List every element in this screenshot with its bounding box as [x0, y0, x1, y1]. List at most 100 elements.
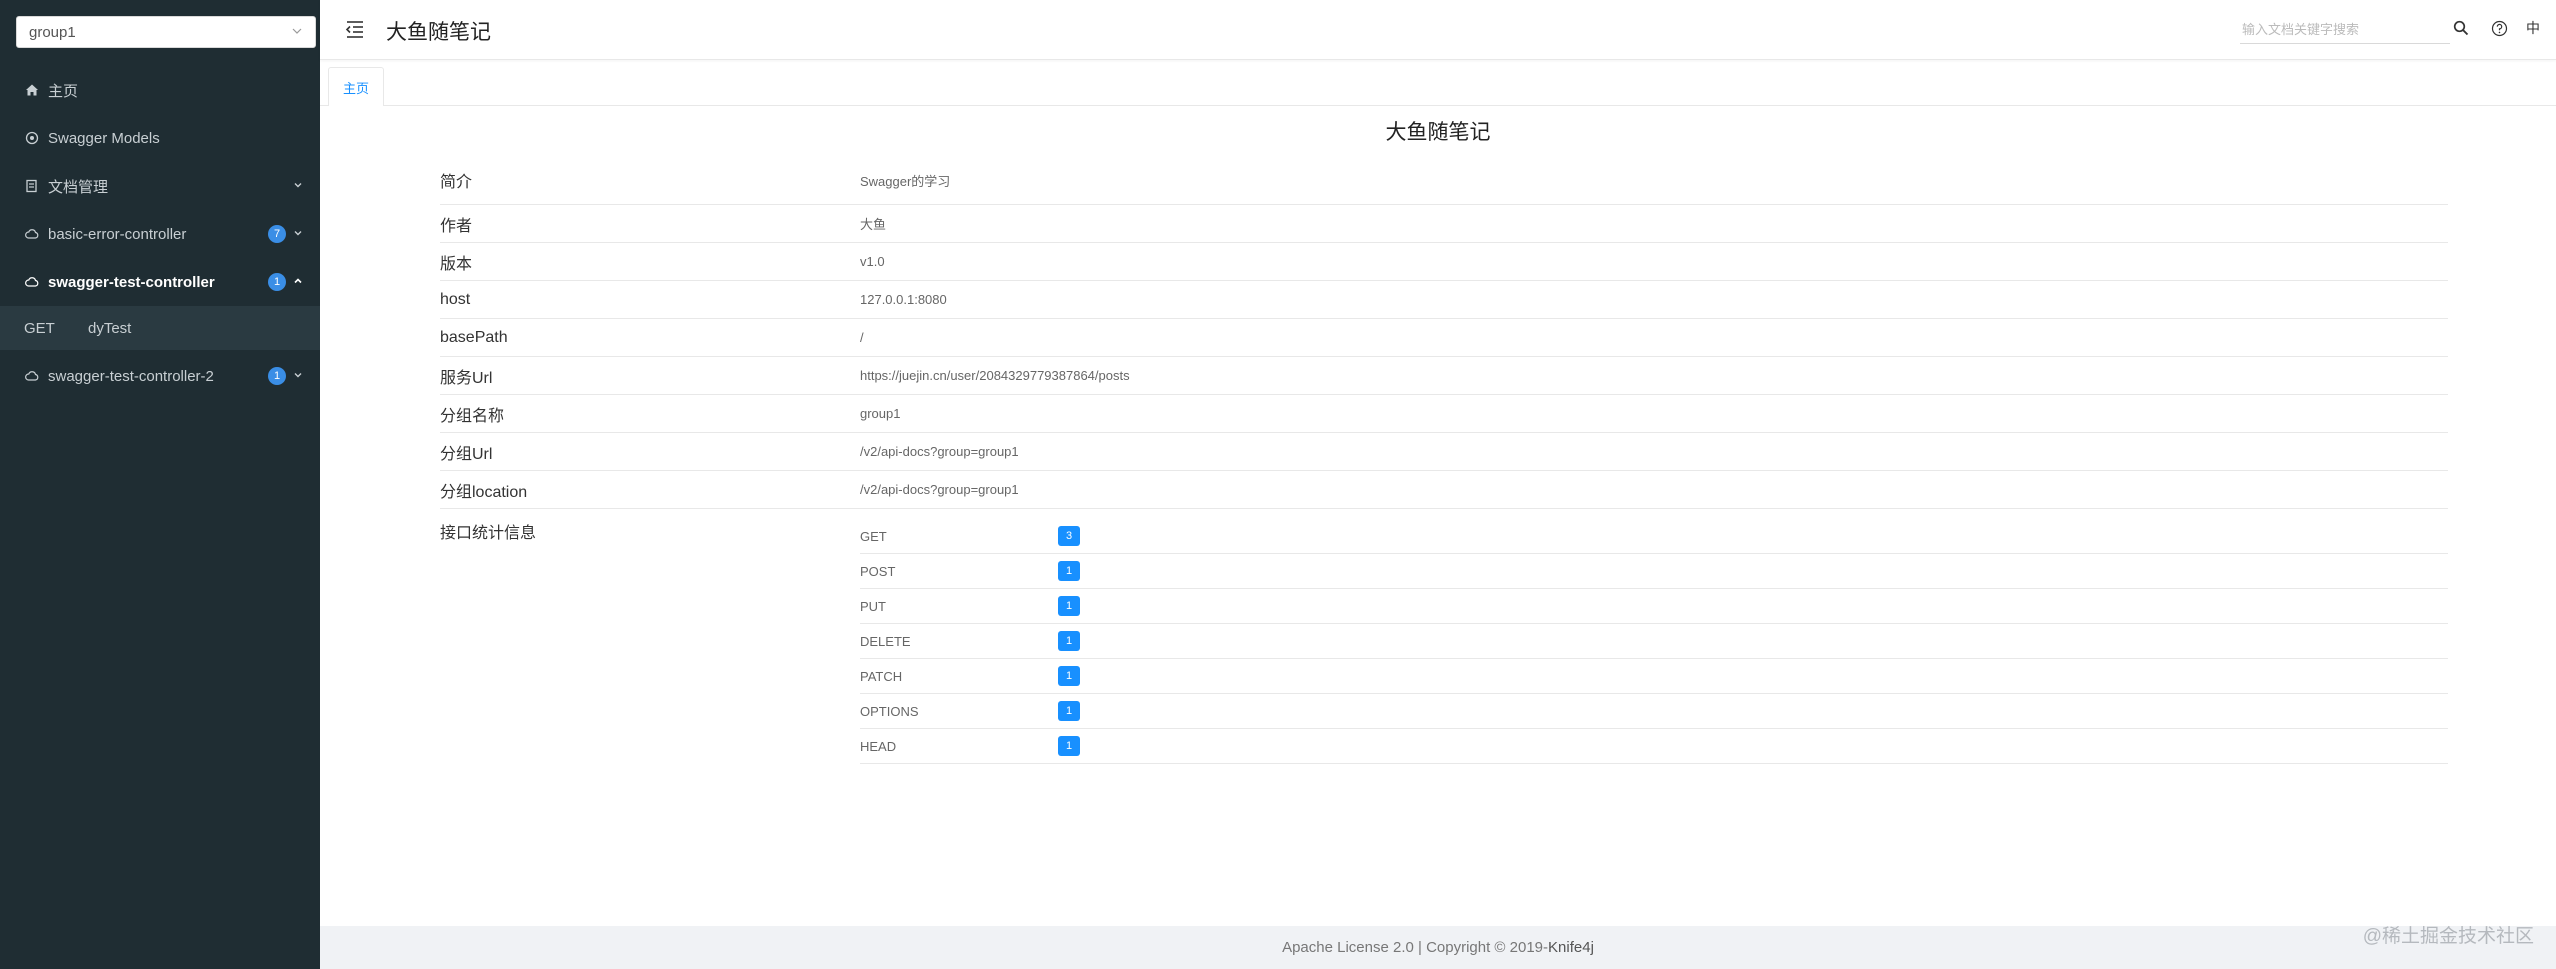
count-badge: 7: [268, 225, 286, 243]
footer: Apache License 2.0 | Copyright © 2019- K…: [320, 926, 2556, 969]
cloud-icon: [24, 274, 40, 290]
info-row: 分组名称 group1: [440, 395, 2448, 433]
info-value: v1.0: [860, 254, 885, 269]
stat-method: POST: [860, 563, 896, 579]
top-header: 大鱼随笔记 中: [320, 0, 2556, 60]
info-row: host 127.0.0.1:8080: [440, 281, 2448, 319]
home-icon: [24, 82, 40, 98]
stat-method: PUT: [860, 598, 886, 614]
stat-row: GET 3: [860, 519, 2448, 554]
stat-method: GET: [860, 528, 887, 544]
stat-count-badge: 1: [1058, 666, 1080, 686]
main-content: 大鱼随笔记 简介 Swagger的学习 作者 大鱼 版本 v1.0 host 1…: [320, 106, 2556, 926]
group-select[interactable]: group1: [16, 16, 316, 48]
sidebar-menu: 主页 Swagger Models 文档管理 basic-error-contr…: [0, 66, 320, 400]
info-row: basePath /: [440, 319, 2448, 357]
info-row: 版本 v1.0: [440, 243, 2448, 281]
stat-method: HEAD: [860, 738, 897, 754]
chevron-down-icon: [289, 23, 305, 39]
info-value: group1: [860, 406, 901, 421]
info-key: host: [440, 290, 471, 308]
sidebar-item-swagger-models[interactable]: Swagger Models: [0, 114, 320, 162]
sidebar: group1 主页 Swagger Models 文档管理 basic-erro…: [0, 0, 320, 969]
stat-row: HEAD 1: [860, 729, 2448, 764]
stat-method: PATCH: [860, 668, 903, 684]
stat-method: OPTIONS: [860, 703, 919, 719]
stat-count-badge: 3: [1058, 526, 1080, 546]
tab-home[interactable]: 主页: [328, 67, 384, 107]
footer-brand: Knife4j: [1548, 939, 1594, 956]
sidebar-item-label: Swagger Models: [48, 129, 160, 147]
info-key: 分组location: [440, 483, 528, 501]
sidebar-item-basic-error-controller[interactable]: basic-error-controller 7: [0, 210, 320, 258]
sidebar-subitem-dytest[interactable]: GET dyTest: [0, 306, 320, 350]
sidebar-item-label: swagger-test-controller: [48, 273, 215, 291]
stat-count-badge: 1: [1058, 561, 1080, 581]
language-toggle[interactable]: 中: [2526, 18, 2540, 38]
group-select-value: group1: [29, 23, 76, 41]
stat-count-badge: 1: [1058, 736, 1080, 756]
stat-row: DELETE 1: [860, 624, 2448, 659]
stat-count-badge: 1: [1058, 631, 1080, 651]
sidebar-item-label: swagger-test-controller-2: [48, 367, 214, 385]
models-icon: [24, 130, 40, 146]
info-row: 分组location /v2/api-docs?group=group1: [440, 471, 2448, 509]
stat-row: PUT 1: [860, 589, 2448, 624]
stat-count-badge: 1: [1058, 596, 1080, 616]
stat-row: OPTIONS 1: [860, 694, 2448, 729]
count-badge: 1: [268, 367, 286, 385]
info-value: /: [860, 330, 864, 345]
count-badge: 1: [268, 273, 286, 291]
info-key: 作者: [440, 217, 473, 235]
stat-row: POST 1: [860, 554, 2448, 589]
info-value: https://juejin.cn/user/2084329779387864/…: [860, 368, 1130, 383]
info-row: 作者 大鱼: [440, 205, 2448, 243]
stats-row: 接口统计信息 GET 3 POST 1 PUT 1 DELETE 1 PATCH…: [440, 509, 2448, 764]
sidebar-item-label: basic-error-controller: [48, 225, 187, 243]
info-value: Swagger的学习: [860, 173, 951, 189]
stat-count-badge: 1: [1058, 701, 1080, 721]
method-label: GET: [24, 319, 55, 337]
info-value: /v2/api-docs?group=group1: [860, 444, 1019, 459]
info-row: 分组Url /v2/api-docs?group=group1: [440, 433, 2448, 471]
sidebar-item-label: 主页: [48, 82, 79, 100]
chevron-down-icon: [292, 178, 304, 195]
sidebar-subitem-label: dyTest: [88, 319, 132, 337]
chevron-down-icon: [292, 368, 304, 385]
help-icon[interactable]: [2490, 19, 2508, 37]
stats-list: GET 3 POST 1 PUT 1 DELETE 1 PATCH 1 OPTI…: [860, 519, 2448, 764]
sidebar-item-home[interactable]: 主页: [0, 66, 320, 114]
sidebar-item-label: 文档管理: [48, 178, 109, 196]
tabs-bar: 主页: [320, 64, 2556, 107]
cloud-icon: [24, 226, 40, 242]
footer-text: Apache License 2.0 | Copyright © 2019-: [1282, 939, 1549, 956]
search-icon[interactable]: [2452, 19, 2470, 37]
search-box: [2240, 16, 2450, 44]
info-key: basePath: [440, 328, 508, 346]
stat-method: DELETE: [860, 633, 911, 649]
sidebar-item-swagger-test-controller[interactable]: swagger-test-controller 1: [0, 258, 320, 306]
menu-collapse-icon[interactable]: [344, 18, 366, 40]
info-row: 服务Url https://juejin.cn/user/20843297793…: [440, 357, 2448, 395]
info-value: /v2/api-docs?group=group1: [860, 482, 1019, 497]
chevron-up-icon: [292, 274, 304, 291]
search-input[interactable]: [2240, 16, 2450, 42]
watermark: @稀土掘金技术社区: [2362, 926, 2534, 947]
site-title: 大鱼随笔记: [386, 21, 491, 44]
stat-row: PATCH 1: [860, 659, 2448, 694]
info-key: 分组Url: [440, 445, 493, 463]
info-key: 服务Url: [440, 369, 493, 387]
cloud-icon: [24, 368, 40, 384]
info-row: 简介 Swagger的学习: [440, 156, 2448, 205]
info-value: 大鱼: [860, 217, 887, 232]
stats-label: 接口统计信息: [440, 525, 537, 542]
chevron-down-icon: [292, 226, 304, 243]
info-key: 简介: [440, 174, 473, 191]
sidebar-item-doc-management[interactable]: 文档管理: [0, 162, 320, 210]
doc-title: 大鱼随笔记: [1385, 121, 1491, 144]
info-key: 版本: [440, 255, 473, 273]
sidebar-item-swagger-test-controller-2[interactable]: swagger-test-controller-2 1: [0, 352, 320, 400]
info-value: 127.0.0.1:8080: [860, 292, 947, 307]
info-key: 分组名称: [440, 407, 505, 425]
info-table: 简介 Swagger的学习 作者 大鱼 版本 v1.0 host 127.0.0…: [440, 156, 2448, 764]
